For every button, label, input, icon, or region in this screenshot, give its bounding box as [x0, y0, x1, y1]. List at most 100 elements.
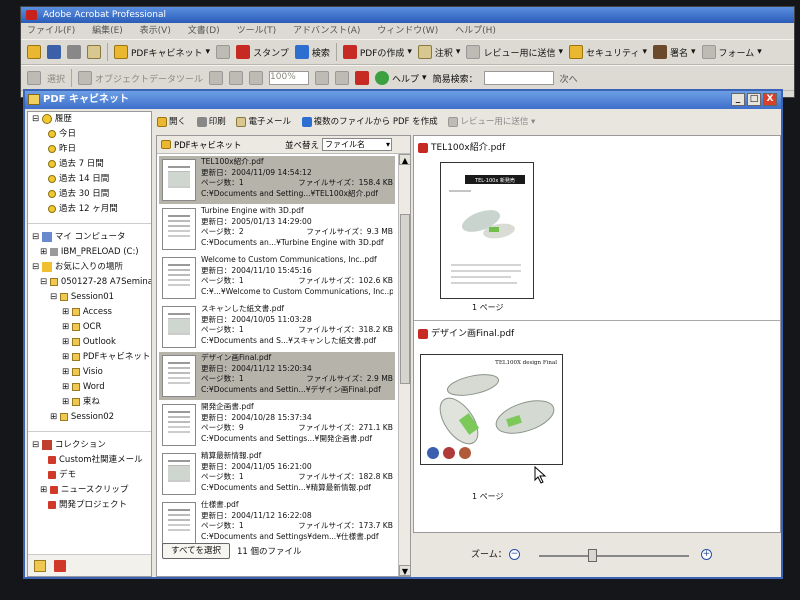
select-all-button[interactable]: すべてを選択 — [162, 543, 230, 559]
menu-file[interactable]: ファイル(F) — [27, 23, 75, 39]
tree-fav-folder[interactable]: ⊟ 050127-28 A7Seminar — [28, 275, 151, 290]
file-list-item[interactable]: 開発企画書.pdf 更新日：2004/10/28 15:37:34 ページ数：9 ファ… — [159, 401, 395, 449]
file-thumbnail — [162, 355, 196, 397]
pages-value: 1 — [238, 276, 244, 285]
email-button[interactable]: 電子メール — [236, 111, 291, 133]
menu-edit[interactable]: 編集(E) — [92, 23, 123, 39]
new-collection-icon[interactable] — [54, 560, 66, 572]
tree-folder-bundle[interactable]: ⊞ 束ね — [28, 395, 151, 410]
tree-history-30days[interactable]: 過去 30 日間 — [28, 187, 151, 202]
select-tool-button[interactable]: 選択 — [47, 72, 65, 85]
favorites-label: お気に入りの場所 — [54, 262, 123, 272]
zoom-out-button[interactable]: − — [509, 549, 520, 560]
object-data-tool-button[interactable]: オブジェクトデータツール — [78, 71, 203, 85]
zoom-slider-track[interactable] — [539, 555, 689, 557]
file-thumbnail — [162, 306, 196, 348]
tree-history-12months[interactable]: 過去 12 ヶ月間 — [28, 202, 151, 217]
file-list-item[interactable]: スキャンした紙文書.pdf 更新日：2004/10/05 11:03:28 ページ数… — [159, 303, 395, 351]
zoom-in-button[interactable]: + — [701, 549, 712, 560]
pages-label: ページ数： — [201, 521, 239, 530]
tree-folder-outlook[interactable]: ⊞ Outlook — [28, 335, 151, 350]
print-button[interactable]: 印刷 — [196, 111, 226, 133]
doc1-page-thumbnail[interactable]: TEL-100x 新発売 — [440, 162, 534, 299]
scroll-up-icon[interactable]: ▲ — [399, 154, 410, 165]
sort-dropdown[interactable]: ファイル名 — [322, 138, 392, 151]
menu-tools[interactable]: ツール(T) — [237, 23, 277, 39]
modified-value: 2005/01/13 14:29:00 — [231, 216, 312, 226]
open-folder-icon[interactable] — [27, 45, 41, 59]
yahoo-icon[interactable] — [355, 71, 370, 85]
close-button[interactable]: X — [763, 93, 777, 106]
menu-advanced[interactable]: アドバンスト(A) — [293, 23, 360, 39]
send-review-button[interactable]: レビュー用に送信 ▾ — [448, 111, 535, 133]
forms-button[interactable]: フォーム ▾ — [701, 45, 762, 59]
menu-document[interactable]: 文書(D) — [188, 23, 220, 39]
tree-history-7days[interactable]: 過去 7 日間 — [28, 157, 151, 172]
tree-history-14days[interactable]: 過去 14 日間 — [28, 172, 151, 187]
tree-favorites[interactable]: ⊟ お気に入りの場所 — [28, 260, 151, 275]
file-list-scrollbar[interactable]: ▲ ▼ — [398, 154, 410, 576]
save-icon[interactable] — [47, 45, 61, 59]
scroll-down-icon[interactable]: ▼ — [399, 565, 410, 576]
tree-collection-item[interactable]: 開発プロジェクト — [28, 498, 151, 513]
file-thumbnail — [162, 257, 196, 299]
zoom-in-icon[interactable] — [209, 71, 224, 85]
tree-collection-item[interactable]: Custom社関連メール — [28, 453, 151, 468]
file-list-item[interactable]: デザイン画Final.pdf 更新日：2004/11/12 15:20:34 ページ… — [159, 352, 395, 400]
maximize-button[interactable]: □ — [747, 93, 761, 106]
hand-tool-icon[interactable] — [27, 71, 41, 85]
file-list-item[interactable]: Turbine Engine with 3D.pdf 更新日：2005/01/13… — [159, 205, 395, 253]
file-list-item[interactable]: 仕様書.pdf 更新日：2004/11/12 16:22:08 ページ数：1 ファイル… — [159, 499, 395, 547]
zoom-combo[interactable]: 100% — [269, 71, 310, 85]
folder-label: PDFキャビネット — [82, 352, 151, 362]
tree-collections[interactable]: ⊟ コレクション — [28, 438, 151, 453]
send-review-button[interactable]: レビュー用に送信 ▾ — [466, 45, 563, 59]
tree-collection-item[interactable]: ⊞ ニュースクリップ — [28, 483, 151, 498]
print-icon[interactable] — [67, 45, 81, 59]
file-list-item[interactable]: Welcome to Custom Communications, Inc..p… — [159, 254, 395, 302]
doc2-page-thumbnail[interactable]: TEL100X design Final — [420, 354, 563, 465]
menu-view[interactable]: 表示(V) — [140, 23, 171, 39]
tree-my-computer[interactable]: ⊟ マイ コンピュータ — [28, 230, 151, 245]
zoom-plus-icon[interactable] — [315, 71, 330, 85]
security-button[interactable]: セキュリティ ▾ — [569, 45, 647, 59]
new-folder-icon[interactable] — [34, 560, 46, 572]
combine-files-button[interactable]: 複数のファイルから PDF を作成 — [301, 111, 438, 133]
tree-history-today[interactable]: 今日 — [28, 127, 151, 142]
tree-drive-c[interactable]: ⊞ IBM_PRELOAD (C:) — [28, 245, 151, 260]
open-button[interactable]: 開く — [157, 111, 186, 133]
tree-folder-access[interactable]: ⊞ Access — [28, 305, 151, 320]
create-pdf-button[interactable]: PDFの作成 ▾ — [342, 45, 412, 59]
sign-button[interactable]: 署名 ▾ — [653, 45, 696, 59]
file-list-item[interactable]: TEL100x紹介.pdf 更新日：2004/11/09 14:54:12 ページ数… — [159, 156, 395, 204]
tree-folder-pdf-cabinet[interactable]: ⊞ PDFキャビネット — [28, 350, 151, 365]
menu-window[interactable]: ウィンドウ(W) — [377, 23, 438, 39]
file-modified: 更新日：2004/10/28 15:37:34 — [201, 413, 393, 424]
tree-folder-visio[interactable]: ⊞ Visio — [28, 365, 151, 380]
file-list-item[interactable]: 精算最新情報.pdf 更新日：2004/11/05 16:21:00 ページ数：1 フ… — [159, 450, 395, 498]
tree-history-yesterday[interactable]: 昨日 — [28, 142, 151, 157]
file-meta-row: ページ数：9 ファイルサイズ：271.1 KB — [201, 423, 393, 434]
quick-search-input[interactable] — [483, 71, 554, 85]
tree-folder-ocr[interactable]: ⊞ OCR — [28, 320, 151, 335]
menu-help[interactable]: ヘルプ(H) — [455, 23, 496, 39]
minimize-button[interactable]: _ — [731, 93, 745, 106]
help-button[interactable]: ヘルプ ▾ — [375, 71, 427, 85]
rotate-icon[interactable] — [335, 71, 350, 85]
tree-session01[interactable]: ⊟ Session01 — [28, 290, 151, 305]
next-button[interactable]: 次へ — [560, 72, 578, 85]
pdf-cabinet-button[interactable]: PDFキャビネット ▾ — [114, 45, 210, 59]
tree-session02[interactable]: ⊞ Session02 — [28, 410, 151, 425]
tree-history[interactable]: ⊟ 履歴 — [28, 112, 151, 127]
email-icon[interactable] — [87, 45, 101, 59]
search-button[interactable]: 検索 — [294, 45, 330, 59]
stamp-button[interactable]: スタンプ — [236, 45, 289, 59]
zoom-slider-knob[interactable] — [587, 549, 597, 562]
tree-collection-item[interactable]: デモ — [28, 468, 151, 483]
tree-folder-word[interactable]: ⊞ Word — [28, 380, 151, 395]
attach-icon[interactable] — [216, 45, 231, 59]
scroll-thumb[interactable] — [400, 214, 410, 384]
comment-button[interactable]: 注釈 ▾ — [417, 45, 460, 59]
page-icon[interactable] — [229, 71, 244, 85]
page-icon[interactable] — [249, 71, 264, 85]
